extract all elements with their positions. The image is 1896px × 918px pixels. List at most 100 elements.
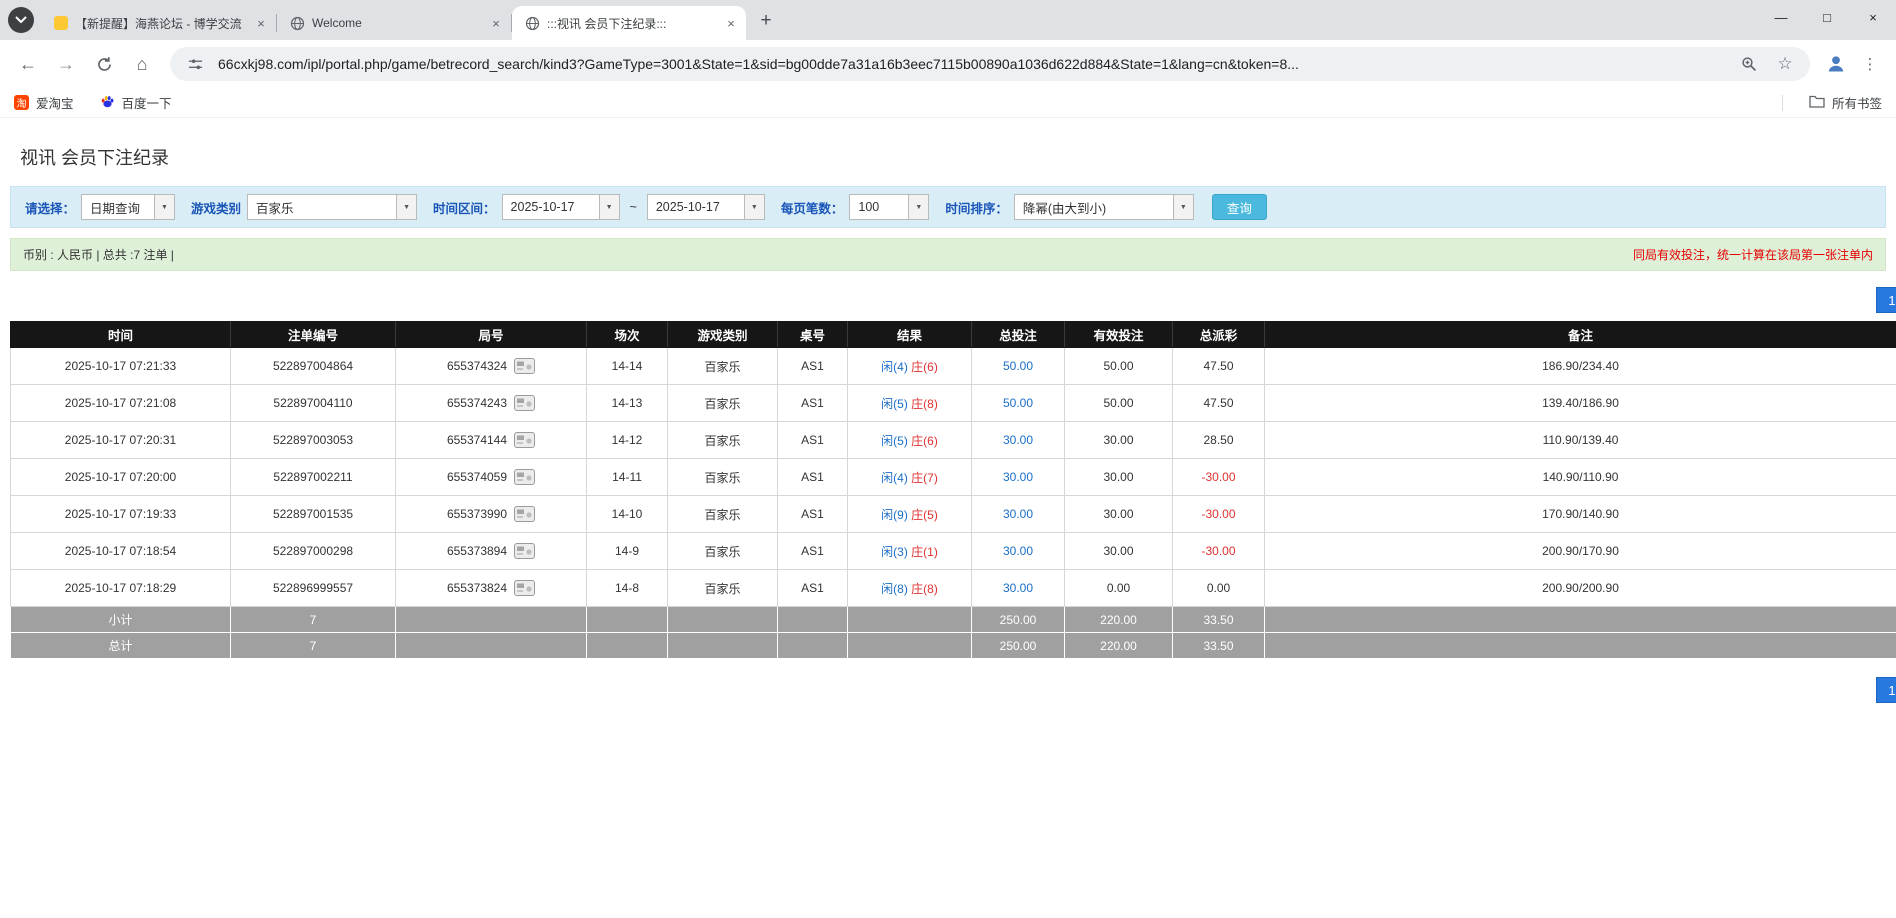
navigation-bar: ← → ⌂ 66cxkj98.com/ipl/portal.php/game/b… bbox=[0, 40, 1896, 88]
cell-session: 14-13 bbox=[587, 385, 668, 422]
tab-search-button[interactable] bbox=[8, 7, 34, 33]
tab-close-icon[interactable]: × bbox=[252, 14, 270, 32]
table-row: 2025-10-17 07:19:33 522897001535 6553739… bbox=[11, 496, 1896, 533]
select-label: 请选择： bbox=[25, 198, 75, 217]
round-detail-icon[interactable] bbox=[514, 543, 535, 559]
result-player: 闲(8) bbox=[881, 582, 908, 596]
date-to-select[interactable]: 2025-10-17 ▼ bbox=[647, 194, 765, 220]
cell-total-bet: 50.00 bbox=[972, 348, 1065, 385]
forward-button[interactable]: → bbox=[48, 46, 84, 82]
round-detail-icon[interactable] bbox=[514, 469, 535, 485]
game-type-select[interactable]: 百家乐 ▼ bbox=[247, 194, 417, 220]
cell-valid-bet: 30.00 bbox=[1065, 533, 1173, 570]
bookmark-baidu[interactable]: 百度一下 bbox=[100, 93, 172, 112]
profile-avatar-icon[interactable] bbox=[1820, 48, 1852, 80]
cell-session: 14-14 bbox=[587, 348, 668, 385]
col-result: 结果 bbox=[848, 322, 972, 348]
taobao-icon: 淘 bbox=[14, 95, 29, 110]
browser-tab-betrecord-active[interactable]: :::视讯 会员下注纪录::: × bbox=[512, 6, 746, 40]
cell-bet-id: 522897001535 bbox=[231, 496, 396, 533]
page-1-button[interactable]: 1 bbox=[1876, 287, 1896, 313]
search-button[interactable]: 查询 bbox=[1212, 194, 1267, 220]
total-row: 总计 7 250.00 220.00 33.50 bbox=[11, 633, 1896, 659]
game-type-label: 游戏类别 bbox=[191, 198, 241, 217]
round-detail-icon[interactable] bbox=[514, 395, 535, 411]
url-bar[interactable]: 66cxkj98.com/ipl/portal.php/game/betreco… bbox=[170, 47, 1810, 81]
cell-time: 2025-10-17 07:21:08 bbox=[11, 385, 231, 422]
cell-payout: -30.00 bbox=[1173, 459, 1265, 496]
minimize-button[interactable]: — bbox=[1758, 0, 1804, 34]
cell-round: 655374243 bbox=[396, 385, 587, 422]
chevron-down-icon[interactable]: ▼ bbox=[744, 195, 764, 219]
bookmark-taobao[interactable]: 淘 爱淘宝 bbox=[14, 93, 74, 112]
url-text[interactable]: 66cxkj98.com/ipl/portal.php/game/betreco… bbox=[218, 56, 1726, 72]
close-button[interactable]: × bbox=[1850, 0, 1896, 34]
bet-records-table: 时间 注单编号 局号 场次 游戏类别 桌号 结果 总投注 有效投注 总派彩 备注… bbox=[10, 321, 1896, 659]
cell-session: 14-10 bbox=[587, 496, 668, 533]
all-bookmarks-label: 所有书签 bbox=[1832, 93, 1882, 112]
new-tab-button[interactable]: + bbox=[752, 7, 780, 35]
round-detail-icon[interactable] bbox=[514, 358, 535, 374]
cell-valid-bet: 50.00 bbox=[1065, 348, 1173, 385]
round-number: 655374324 bbox=[447, 359, 507, 373]
cell-table: AS1 bbox=[778, 533, 848, 570]
subtotal-valid: 220.00 bbox=[1065, 607, 1173, 633]
round-detail-icon[interactable] bbox=[514, 432, 535, 448]
chevron-down-icon[interactable]: ▼ bbox=[396, 195, 416, 219]
cell-note: 110.90/139.40 bbox=[1265, 422, 1896, 459]
round-number: 655374059 bbox=[447, 470, 507, 484]
chevron-down-icon[interactable]: ▼ bbox=[1173, 195, 1193, 219]
valid-bet-note: 同局有效投注，统一计算在该局第一张注单内 bbox=[1633, 246, 1873, 263]
cell-session: 14-12 bbox=[587, 422, 668, 459]
zoom-icon[interactable] bbox=[1736, 51, 1762, 77]
page-1-button[interactable]: 1 bbox=[1876, 677, 1896, 703]
round-detail-icon[interactable] bbox=[514, 580, 535, 596]
result-player: 闲(3) bbox=[881, 545, 908, 559]
result-player: 闲(5) bbox=[881, 397, 908, 411]
result-banker: 庄(6) bbox=[911, 434, 938, 448]
cell-round: 655374059 bbox=[396, 459, 587, 496]
subtotal-bet: 250.00 bbox=[972, 607, 1065, 633]
chevron-down-icon[interactable]: ▼ bbox=[154, 195, 174, 219]
page-size-value: 100 bbox=[850, 195, 908, 219]
page-title: 视讯 会员下注纪录 bbox=[20, 144, 1896, 170]
chevron-down-icon[interactable]: ▼ bbox=[908, 195, 928, 219]
sort-order-select[interactable]: 降幂(由大到小) ▼ bbox=[1014, 194, 1194, 220]
page-size-label: 每页笔数： bbox=[781, 198, 844, 217]
round-detail-icon[interactable] bbox=[514, 506, 535, 522]
browser-menu-icon[interactable]: ⋮ bbox=[1854, 48, 1886, 80]
maximize-button[interactable]: □ bbox=[1804, 0, 1850, 34]
bookmark-star-icon[interactable]: ☆ bbox=[1772, 51, 1798, 77]
sort-order-value: 降幂(由大到小) bbox=[1015, 195, 1173, 219]
home-button[interactable]: ⌂ bbox=[124, 46, 160, 82]
cell-payout: 47.50 bbox=[1173, 348, 1265, 385]
date-from-select[interactable]: 2025-10-17 ▼ bbox=[502, 194, 620, 220]
browser-tab-welcome[interactable]: Welcome × bbox=[277, 6, 511, 40]
back-button[interactable]: ← bbox=[10, 46, 46, 82]
cell-note: 140.90/110.90 bbox=[1265, 459, 1896, 496]
query-type-value: 日期查询 bbox=[82, 195, 154, 219]
cell-table: AS1 bbox=[778, 570, 848, 607]
cell-time: 2025-10-17 07:18:29 bbox=[11, 570, 231, 607]
page-size-select[interactable]: 100 ▼ bbox=[849, 194, 929, 220]
cell-table: AS1 bbox=[778, 496, 848, 533]
reload-button[interactable] bbox=[86, 46, 122, 82]
round-number: 655373894 bbox=[447, 544, 507, 558]
cell-bet-id: 522897004864 bbox=[231, 348, 396, 385]
site-settings-icon[interactable] bbox=[182, 51, 208, 77]
table-row: 2025-10-17 07:18:29 522896999557 6553738… bbox=[11, 570, 1896, 607]
tab-close-icon[interactable]: × bbox=[487, 14, 505, 32]
pagination-top: 1 bbox=[0, 287, 1896, 313]
tab-close-icon[interactable]: × bbox=[722, 14, 740, 32]
browser-tab-forum[interactable]: 【新提醒】海燕论坛 - 博学交流 × bbox=[42, 6, 276, 40]
cell-result: 闲(5) 庄(8) bbox=[848, 385, 972, 422]
all-bookmarks-button[interactable]: 所有书签 bbox=[1809, 93, 1882, 112]
col-game-type: 游戏类别 bbox=[668, 322, 778, 348]
result-player: 闲(4) bbox=[881, 471, 908, 485]
cell-payout: -30.00 bbox=[1173, 533, 1265, 570]
cell-table: AS1 bbox=[778, 459, 848, 496]
table-row: 2025-10-17 07:21:33 522897004864 6553743… bbox=[11, 348, 1896, 385]
chevron-down-icon[interactable]: ▼ bbox=[599, 195, 619, 219]
query-type-select[interactable]: 日期查询 ▼ bbox=[81, 194, 175, 220]
cell-time: 2025-10-17 07:19:33 bbox=[11, 496, 231, 533]
